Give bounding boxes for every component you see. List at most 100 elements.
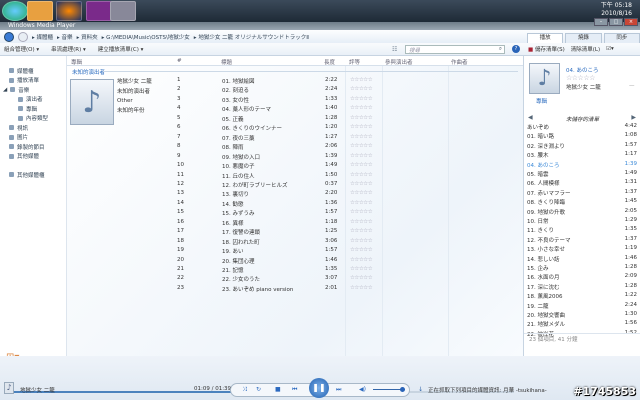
clock[interactable]: 下午 05:18 2010/8/16 xyxy=(601,2,632,18)
playlist-item[interactable]: 18. 薫風2006 1:22 xyxy=(527,292,637,301)
column-album[interactable]: 專輯 xyxy=(71,58,82,66)
stop-button[interactable]: ■ xyxy=(275,386,281,393)
table-row[interactable]: 11 11. 丘の住人 1:50 ☆☆☆☆☆ xyxy=(172,171,522,181)
back-button[interactable] xyxy=(4,31,14,42)
table-row[interactable]: 20 20. 集団心理 1:46 ☆☆☆☆☆ xyxy=(172,256,522,266)
playlist-item[interactable]: 19. 二籠 2:24 xyxy=(527,302,637,311)
mini-art-music-note-icon[interactable]: ♪ xyxy=(4,382,14,394)
table-row[interactable]: 15 15. みずうみ 1:57 ☆☆☆☆☆ xyxy=(172,208,522,218)
playlist-item[interactable]: 09. 地獄の升歌 2:05 xyxy=(527,208,637,217)
now-playing-rating[interactable]: ☆☆☆☆☆ xyxy=(566,74,595,82)
playlist-item[interactable]: 07. 赤いマフラー 1:37 xyxy=(527,189,637,198)
playlist-item[interactable]: 17. 深に沈む 1:28 xyxy=(527,283,637,292)
track-rating[interactable]: ☆☆☆☆☆ xyxy=(350,190,373,196)
start-button[interactable] xyxy=(2,1,28,21)
breadcrumb-3[interactable]: ▸ 資料夾 xyxy=(77,33,98,41)
column-rating[interactable]: 評等 xyxy=(349,58,360,66)
column-composer[interactable]: 作曲者 xyxy=(451,58,468,66)
track-rating[interactable]: ☆☆☆☆☆ xyxy=(350,172,373,178)
forward-button[interactable] xyxy=(18,31,28,42)
now-playing-art-music-note-icon[interactable]: ♪ xyxy=(529,63,560,94)
next-button[interactable]: ⏭ xyxy=(336,386,341,394)
sidebar-item-playlists[interactable]: 播放清單 xyxy=(0,76,66,86)
track-rating[interactable]: ☆☆☆☆☆ xyxy=(350,115,373,121)
table-row[interactable]: 5 05. 正義 1:28 ☆☆☆☆☆ xyxy=(172,114,522,124)
sidebar-item-video[interactable]: 視訊 xyxy=(0,123,66,133)
clear-list-button[interactable]: 清除清單(L) xyxy=(571,45,600,53)
sidebar-item-music[interactable]: ◢ 音樂 xyxy=(0,85,66,95)
now-playing-art-label[interactable]: 專輯 xyxy=(536,97,547,105)
help-icon[interactable]: ? xyxy=(512,45,520,53)
sidebar-item-genre[interactable]: 內容類型 xyxy=(0,114,66,124)
track-rating[interactable]: ☆☆☆☆☆ xyxy=(350,238,373,244)
table-row[interactable]: 2 02. 刻迫る 2:24 ☆☆☆☆☆ xyxy=(172,85,522,95)
table-row[interactable]: 14 14. 勧懲 1:36 ☆☆☆☆☆ xyxy=(172,199,522,209)
track-rating[interactable]: ☆☆☆☆☆ xyxy=(350,143,373,149)
table-row[interactable]: 1 01. 地獄絵図 2:22 ☆☆☆☆☆ xyxy=(172,76,522,86)
view-options-icon[interactable]: ☷ xyxy=(392,46,397,53)
sidebar-item-library[interactable]: 媒體櫃 xyxy=(0,66,66,76)
playlist-item[interactable]: 11. きくり 1:35 xyxy=(527,226,637,235)
list-options-icon[interactable]: ☑▾ xyxy=(606,46,614,52)
playlist-item[interactable]: 05. 暗雲 1:49 xyxy=(527,170,637,179)
table-row[interactable]: 8 08. 陣雨 2:06 ☆☆☆☆☆ xyxy=(172,142,522,152)
table-row[interactable]: 22 22. 少女のうた 3:07 ☆☆☆☆☆ xyxy=(172,274,522,284)
table-row[interactable]: 7 07. 夜の三藁 1:27 ☆☆☆☆☆ xyxy=(172,133,522,143)
column-contributing-artist[interactable]: 參與演出者 xyxy=(385,58,413,66)
shuffle-icon[interactable]: ⤨ xyxy=(242,386,247,394)
maximize-button[interactable]: □ xyxy=(609,18,623,26)
playlist-item[interactable]: 14. 悲しい話 1:46 xyxy=(527,255,637,264)
playlist-item[interactable]: 16. 水面の月 2:09 xyxy=(527,273,637,282)
playlist-item[interactable]: 13. 小さな幸せ 1:19 xyxy=(527,245,637,254)
search-input[interactable]: 搜尋 ⌕ xyxy=(405,45,505,54)
table-row[interactable]: 18 18. 囚われた町 3:06 ☆☆☆☆☆ xyxy=(172,237,522,247)
track-rating[interactable]: ☆☆☆☆☆ xyxy=(350,77,373,83)
pause-button[interactable]: ❚❚ xyxy=(309,378,329,398)
table-row[interactable]: 6 06. きくりのウインナー 1:20 ☆☆☆☆☆ xyxy=(172,123,522,133)
track-rating[interactable]: ☆☆☆☆☆ xyxy=(350,96,373,102)
table-row[interactable]: 10 10. 悪魔の子 1:49 ☆☆☆☆☆ xyxy=(172,161,522,171)
track-rating[interactable]: ☆☆☆☆☆ xyxy=(350,209,373,215)
playlist-item[interactable]: あいぞめ 4:42 xyxy=(527,123,637,132)
breadcrumb-5[interactable]: ▸ 地獄少女 二籠 オリジナルサウンドトラックⅡ xyxy=(194,33,309,41)
repeat-icon[interactable]: ↻ xyxy=(256,386,261,393)
breadcrumb-1[interactable]: ▸ 媒體櫃 xyxy=(32,33,53,41)
table-row[interactable]: 21 21. 記憶 1:35 ☆☆☆☆☆ xyxy=(172,265,522,275)
track-rating[interactable]: ☆☆☆☆☆ xyxy=(350,219,373,225)
organize-menu[interactable]: 組合管理(O) ▾ xyxy=(4,45,39,53)
track-rating[interactable]: ☆☆☆☆☆ xyxy=(350,105,373,111)
tab-burn[interactable]: 燒錄 xyxy=(565,33,602,43)
column-number[interactable]: # xyxy=(177,58,182,64)
tab-play[interactable]: 播放 xyxy=(527,33,564,43)
album-art-music-note-icon[interactable]: ♪ xyxy=(70,79,114,125)
table-row[interactable]: 4 04. 藁人形のテーマ 1:40 ☆☆☆☆☆ xyxy=(172,104,522,114)
table-row[interactable]: 16 16. 異様 1:18 ☆☆☆☆☆ xyxy=(172,218,522,228)
column-title[interactable]: 標題 xyxy=(221,58,232,66)
search-icon[interactable]: ⌕ xyxy=(499,46,502,53)
breadcrumb-2[interactable]: ▸ 音樂 xyxy=(57,33,73,41)
close-button[interactable]: × xyxy=(624,18,638,26)
playlist-item[interactable]: 02. 深き淵より 1:57 xyxy=(527,142,637,151)
playlist-item[interactable]: 15. 企み 1:28 xyxy=(527,264,637,273)
save-list-button[interactable]: ■ 儲存清單(S) xyxy=(528,45,565,53)
playlist-item[interactable]: 04. あのころ 1:39 xyxy=(527,161,637,170)
playlist-item[interactable]: 08. きくり降臨 1:45 xyxy=(527,198,637,207)
track-rating[interactable]: ☆☆☆☆☆ xyxy=(350,124,373,130)
track-rating[interactable]: ☆☆☆☆☆ xyxy=(350,266,373,272)
track-rating[interactable]: ☆☆☆☆☆ xyxy=(350,285,373,291)
track-rating[interactable]: ☆☆☆☆☆ xyxy=(350,162,373,168)
table-row[interactable]: 19 19. あい 1:57 ☆☆☆☆☆ xyxy=(172,246,522,256)
taskbar-messenger-icon[interactable] xyxy=(86,1,112,21)
track-rating[interactable]: ☆☆☆☆☆ xyxy=(350,86,373,92)
track-rating[interactable]: ☆☆☆☆☆ xyxy=(350,181,373,187)
table-row[interactable]: 12 12. わが町ラブリーヒルズ 0:37 ☆☆☆☆☆ xyxy=(172,180,522,190)
breadcrumb-4[interactable]: ▸ G:\MEDIA\Music\OSTS\地獄少女 xyxy=(102,33,190,41)
track-rating[interactable]: ☆☆☆☆☆ xyxy=(350,153,373,159)
track-rating[interactable]: ☆☆☆☆☆ xyxy=(350,247,373,253)
sidebar-item-other-media[interactable]: 其他媒體 xyxy=(0,152,66,162)
track-rating[interactable]: ☆☆☆☆☆ xyxy=(350,200,373,206)
sidebar-item-artist[interactable]: 演出者 xyxy=(0,95,66,105)
volume-knob[interactable] xyxy=(399,387,405,392)
playlist-item[interactable]: 20. 地獄交響曲 1:30 xyxy=(527,311,637,320)
table-row[interactable]: 9 09. 地獄の入口 1:39 ☆☆☆☆☆ xyxy=(172,152,522,162)
